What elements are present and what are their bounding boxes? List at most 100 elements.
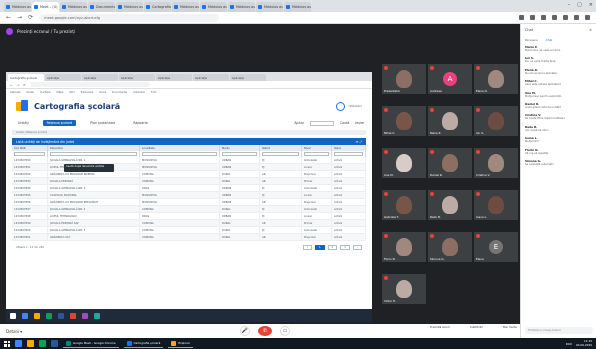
bookmark-item: Gmail xyxy=(26,90,34,94)
language-indicator[interactable]: ROU xyxy=(566,342,572,346)
participant-tile[interactable]: Cristina V. xyxy=(474,148,518,178)
table-row: 1234567898 LICEUL TEHNOLOGIC ORAȘ URBAN PJ Li… xyxy=(12,213,366,220)
taskbar-item-explorer[interactable]: Explorer xyxy=(168,339,193,348)
table-cell: Activă xyxy=(332,178,366,184)
shared-tab: Aplicație xyxy=(230,74,266,81)
call-center-controls: 🎤 ✆ ▭ xyxy=(240,326,290,336)
table-cell: ORAȘ xyxy=(140,213,220,219)
browser-tab[interactable]: Meet – (Ú) × xyxy=(32,2,59,12)
chat-message: Ion S. Da, se vede foarte bine. xyxy=(521,54,596,65)
present-now-button[interactable]: Prezintă acum xyxy=(430,325,450,329)
chat-message: Ioana L. Mulțumim! xyxy=(521,134,596,145)
presenting-text: Prezinți ecranul / Tu prezinți xyxy=(17,28,76,34)
participant-tile[interactable]: Radu B. xyxy=(428,190,472,220)
participant-tile[interactable]: Ion S. xyxy=(474,106,518,136)
grid-filter-input xyxy=(222,152,257,156)
minimize-icon[interactable]: – xyxy=(568,2,571,8)
end-call-button[interactable]: ✆ xyxy=(258,326,272,336)
chat-text: Mulțumim! xyxy=(525,140,540,144)
maximize-icon[interactable]: ▢ xyxy=(577,2,582,8)
mic-muted-icon xyxy=(384,276,388,280)
bookmark-item: Calendar xyxy=(133,90,145,94)
participant-tile[interactable]: Daniel R. xyxy=(428,148,472,178)
camera-icon[interactable]: ▭ xyxy=(280,326,290,336)
app-search-label: Caută xyxy=(339,121,350,125)
extension-icon[interactable] xyxy=(530,15,535,20)
participant-tile[interactable]: E Elena xyxy=(474,232,518,262)
extension-icon[interactable] xyxy=(563,15,568,20)
user-menu: Utilizator xyxy=(336,101,362,111)
chrome-icon[interactable] xyxy=(15,340,22,347)
browser-tab[interactable]: Módulos aula × xyxy=(228,2,255,12)
browser-tab[interactable]: Módulos aula × xyxy=(200,2,227,12)
participant-tile[interactable]: Simona G. xyxy=(428,232,472,262)
browser-tab[interactable]: Documentos × xyxy=(88,2,115,12)
reload-icon[interactable]: ⟳ xyxy=(28,14,33,21)
menu-icon[interactable] xyxy=(585,15,590,20)
tab-favicon-icon xyxy=(90,5,94,9)
chat-text: Am reușit să intru. xyxy=(525,128,549,132)
screen: Módulos aula × Meet – (Ú) × Módulos aula ×… xyxy=(0,0,596,349)
participant-tile[interactable]: A Andreea xyxy=(428,64,472,94)
participant-tile[interactable]: Ana M. xyxy=(382,148,426,178)
participant-video xyxy=(488,70,504,88)
address-bar[interactable]: meet.google.com/xyz-abcd-efg xyxy=(39,13,220,22)
user-label: Utilizator xyxy=(348,104,362,108)
participant-tile[interactable]: Victor H. xyxy=(382,274,426,304)
table-cell: PJ xyxy=(260,206,302,212)
browser-tab[interactable]: Módulos aula × xyxy=(116,2,143,12)
chat-input-placeholder: Trimiteți un mesaj tuturor xyxy=(528,329,562,332)
excel-icon[interactable] xyxy=(39,340,46,347)
chat-input[interactable]: Trimiteți un mesaj tuturor xyxy=(525,327,593,334)
participant-avatar: E xyxy=(489,240,503,254)
tooltip: Caută după denumire unitate xyxy=(64,164,114,172)
bookmark-item: Documente xyxy=(112,90,128,94)
captions-button[interactable]: Subtitrări xyxy=(470,325,483,329)
grid-tools-icon: ⟳ ⤢ xyxy=(355,139,362,144)
tab-people[interactable]: Persoane xyxy=(525,38,538,42)
participant-tile[interactable]: Elena D. xyxy=(474,64,518,94)
browser-tab[interactable]: Cartografía × xyxy=(144,2,171,12)
browser-tab[interactable]: Módulos aula × xyxy=(60,2,87,12)
participant-tile[interactable]: Mihai C. xyxy=(382,106,426,136)
extension-icon[interactable] xyxy=(541,15,546,20)
more-options-button[interactable]: Mai multe xyxy=(503,325,517,329)
table-cell: RURAL xyxy=(220,178,260,184)
participant-video xyxy=(396,154,412,172)
clock[interactable]: 11:15 04.06.2020 xyxy=(576,339,592,347)
participant-tile[interactable]: Ioana L. xyxy=(474,190,518,220)
participant-tile[interactable]: Florin N. xyxy=(382,232,426,262)
participant-video xyxy=(396,280,412,298)
profile-icon[interactable] xyxy=(574,15,579,20)
back-icon[interactable]: ← xyxy=(6,14,11,21)
taskbar-item-meet[interactable]: Google Meet – Google Chrome xyxy=(63,339,119,348)
participant-tile[interactable]: Prezentator xyxy=(382,64,426,94)
meeting-details-button[interactable]: Detalii ▾ xyxy=(6,329,22,334)
extension-icon[interactable] xyxy=(519,15,524,20)
participant-tile[interactable]: Gabriela T. xyxy=(382,190,426,220)
windows-start-icon[interactable] xyxy=(4,340,10,347)
extension-icon[interactable] xyxy=(552,15,557,20)
browser-tab[interactable]: Módulos aula × xyxy=(172,2,199,12)
forward-icon[interactable]: → xyxy=(17,14,22,21)
participant-tile[interactable]: Maria P. xyxy=(428,106,472,136)
browser-tab[interactable]: Módulos aula × xyxy=(284,2,311,12)
table-cell: 1234567898 xyxy=(12,213,48,219)
close-icon[interactable]: × xyxy=(589,2,593,8)
close-icon[interactable]: × xyxy=(589,28,592,32)
table-cell: Liceal xyxy=(302,213,332,219)
excel-icon xyxy=(46,312,52,319)
mic-muted-icon xyxy=(430,66,434,70)
tab-label: Módulos aula × xyxy=(208,5,227,9)
tab-chat[interactable]: Chat xyxy=(546,38,553,42)
browser-tab[interactable]: Módulos aula × xyxy=(4,2,31,12)
taskbar-item-cartography[interactable]: Cartografia școlară xyxy=(123,339,164,348)
microphone-icon[interactable]: 🎤 xyxy=(240,326,250,336)
word-icon[interactable] xyxy=(51,340,58,347)
folder-icon[interactable] xyxy=(27,340,34,347)
bookmark-item: Traducere xyxy=(80,90,94,94)
browser-tab[interactable]: Módulos aula × xyxy=(256,2,283,12)
shared-address-row: ← → ⟳ xyxy=(6,81,372,89)
tab-label: Módulos aula × xyxy=(124,5,143,9)
shared-tab: Aplicație xyxy=(193,74,229,81)
